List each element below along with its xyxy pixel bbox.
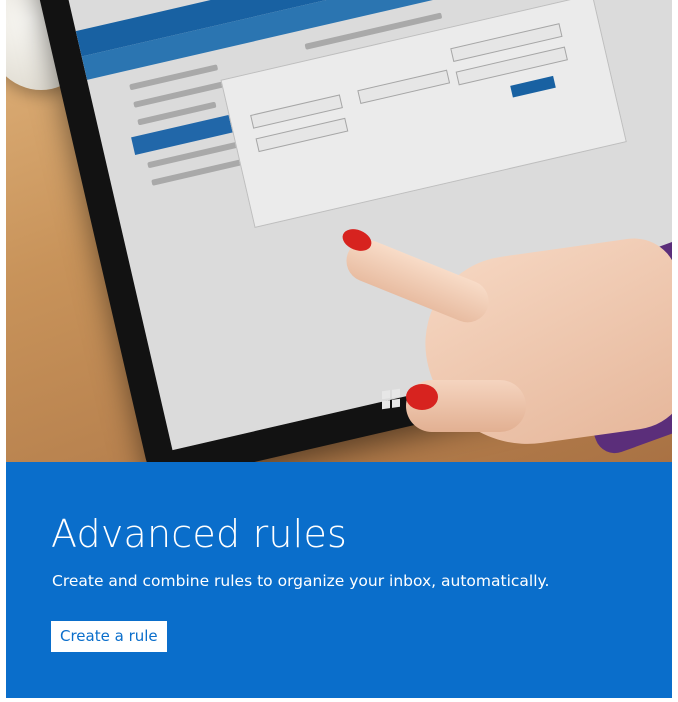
promo-panel: Advanced rules Create and combine rules …: [6, 462, 672, 698]
promo-description: Create and combine rules to organize you…: [52, 572, 550, 590]
windows-logo-icon: [382, 388, 400, 410]
promo-card: Advanced rules Create and combine rules …: [6, 0, 672, 698]
red-thumbnail: [406, 384, 438, 410]
hero-photo: [6, 0, 672, 462]
create-rule-button[interactable]: Create a rule: [51, 621, 167, 652]
promo-title: Advanced rules: [51, 512, 348, 556]
